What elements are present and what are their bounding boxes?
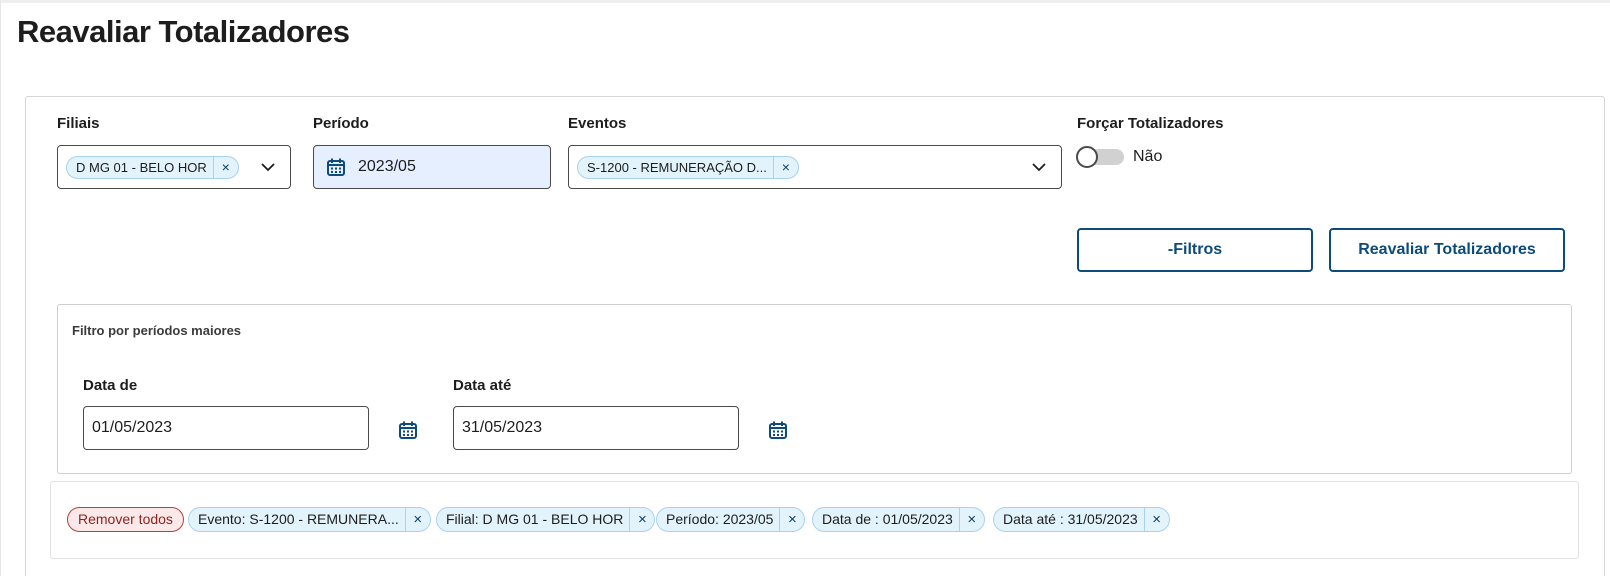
tag-data-de: Data de : 01/05/2023 ×	[812, 507, 985, 532]
tag-filial: Filial: D MG 01 - BELO HOR ×	[436, 507, 656, 532]
close-icon[interactable]: ×	[960, 508, 984, 531]
close-icon[interactable]: ×	[406, 508, 430, 531]
tag-label: Filial: D MG 01 - BELO HOR	[446, 511, 624, 527]
tag-evento: Evento: S-1200 - REMUNERA... ×	[188, 507, 431, 532]
toggle-knob	[1076, 146, 1098, 168]
remove-all-tags-button[interactable]: Remover todos	[67, 507, 184, 532]
tag-data-ate: Data até : 31/05/2023 ×	[993, 507, 1170, 532]
tag-label: Período: 2023/05	[666, 511, 774, 527]
data-de-label: Data de	[83, 377, 138, 394]
close-icon[interactable]: ×	[780, 508, 804, 531]
close-icon[interactable]: ×	[774, 157, 798, 178]
filiais-chip: D MG 01 - BELO HOR ×	[66, 156, 239, 179]
filtros-button[interactable]: -Filtros	[1077, 228, 1313, 272]
reavaliar-totalizadores-button[interactable]: Reavaliar Totalizadores	[1329, 228, 1565, 272]
calendar-icon[interactable]	[768, 420, 788, 440]
periodo-value: 2023/05	[358, 158, 416, 175]
filtro-periodos-title: Filtro por períodos maiores	[72, 323, 242, 338]
eventos-select[interactable]: S-1200 - REMUNERAÇÃO D... ×	[568, 145, 1062, 189]
filiais-chip-label: D MG 01 - BELO HOR	[76, 160, 207, 175]
periodo-input[interactable]: 2023/05	[313, 145, 551, 189]
data-ate-label: Data até	[453, 377, 512, 394]
chevron-down-icon[interactable]	[1031, 159, 1047, 175]
tag-label: Data até : 31/05/2023	[1003, 511, 1138, 527]
forcar-totalizadores-label: Forçar Totalizadores	[1077, 115, 1224, 132]
eventos-label: Eventos	[568, 115, 627, 132]
filiais-select[interactable]: D MG 01 - BELO HOR ×	[57, 145, 291, 189]
calendar-icon[interactable]	[326, 157, 346, 177]
close-icon[interactable]: ×	[630, 508, 654, 531]
data-ate-value: 31/05/2023	[462, 419, 543, 436]
filiais-label: Filiais	[57, 115, 100, 132]
periodo-label: Período	[313, 115, 369, 132]
eventos-chip-label: S-1200 - REMUNERAÇÃO D...	[587, 160, 767, 175]
tag-label: Data de : 01/05/2023	[822, 511, 953, 527]
left-border	[0, 0, 1, 576]
tag-periodo: Período: 2023/05 ×	[656, 507, 806, 532]
chevron-down-icon[interactable]	[260, 159, 276, 175]
data-de-input[interactable]: 01/05/2023	[83, 406, 369, 450]
top-border	[0, 0, 1610, 3]
forcar-totalizadores-toggle[interactable]	[1076, 146, 1124, 168]
toggle-state-label: Não	[1133, 148, 1163, 165]
eventos-chip: S-1200 - REMUNERAÇÃO D... ×	[577, 156, 799, 179]
data-de-value: 01/05/2023	[92, 419, 173, 436]
calendar-icon[interactable]	[398, 420, 418, 440]
data-ate-input[interactable]: 31/05/2023	[453, 406, 739, 450]
close-icon[interactable]: ×	[214, 157, 238, 178]
close-icon[interactable]: ×	[1145, 508, 1169, 531]
page-title: Reavaliar Totalizadores	[17, 14, 350, 49]
tag-label: Evento: S-1200 - REMUNERA...	[198, 511, 399, 527]
